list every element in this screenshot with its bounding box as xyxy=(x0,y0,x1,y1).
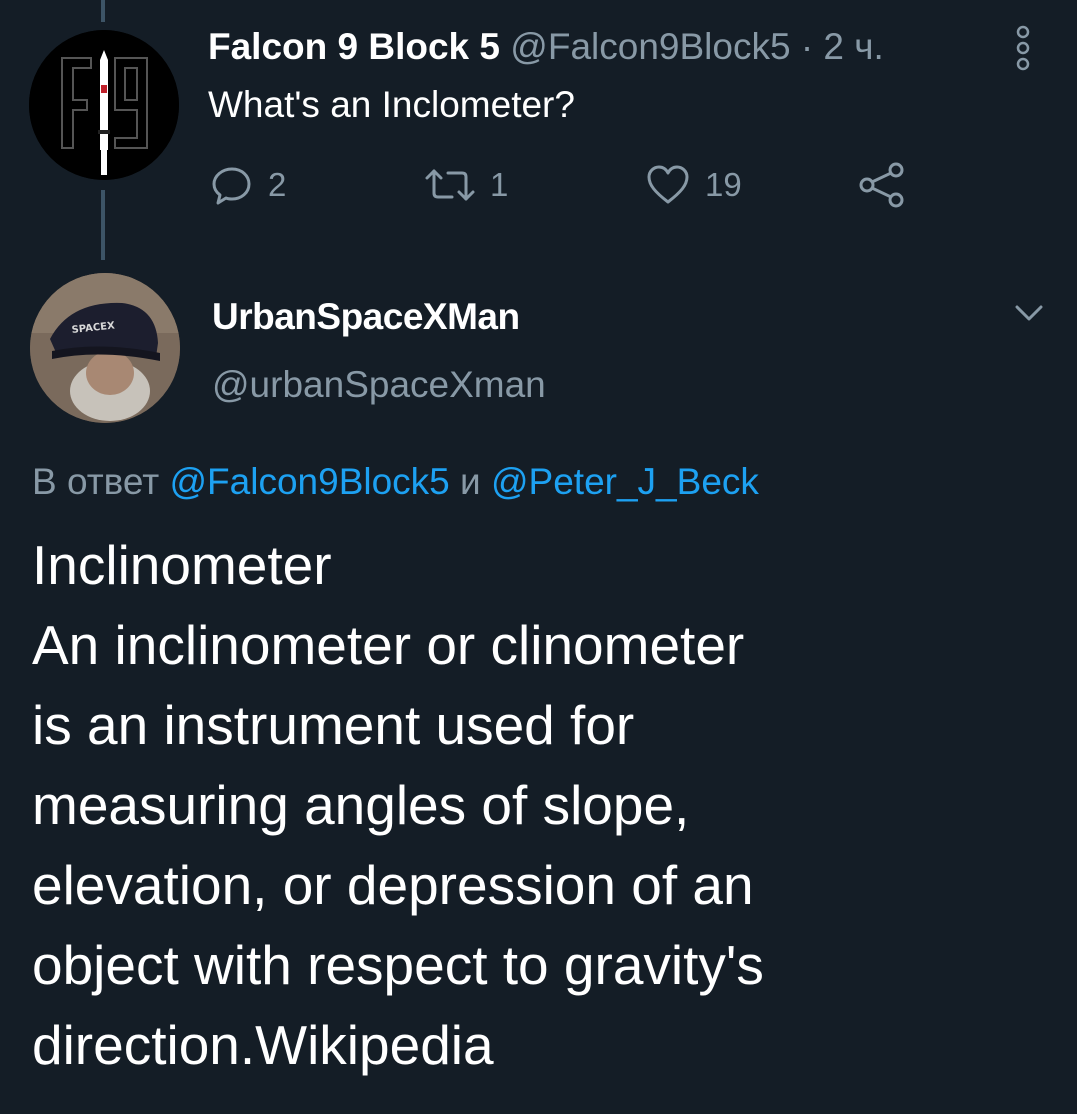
retweet-count: 1 xyxy=(490,166,509,203)
tweet2-text: Inclinometer An inclinometer or clinomet… xyxy=(32,525,1042,1085)
tweet1-separator: · xyxy=(800,26,814,67)
avatar-urbanspacexman[interactable]: SPACEX xyxy=(30,273,180,423)
tweet2-author-handle[interactable]: @urbanSpaceXman xyxy=(212,363,546,407)
like-count: 19 xyxy=(705,166,742,203)
more-icon[interactable] xyxy=(1012,24,1034,72)
avatar-falcon9[interactable] xyxy=(29,30,179,180)
reply-and: и xyxy=(460,461,481,502)
tweet2-line: is an instrument used for xyxy=(32,694,635,756)
like-button[interactable]: 19 xyxy=(645,160,742,210)
tweet2-line: Inclinometer xyxy=(32,534,332,596)
thread-line-bottom xyxy=(101,190,105,260)
reply-context: В ответ @Falcon9Block5 и @Peter_J_Beck xyxy=(32,460,759,504)
tweet1-author-name[interactable]: Falcon 9 Block 5 xyxy=(208,26,500,67)
tweet2-author-name[interactable]: UrbanSpaceXMan xyxy=(212,295,520,339)
reply-button[interactable]: 2 xyxy=(210,160,286,210)
reply-count: 2 xyxy=(268,166,287,203)
share-button[interactable] xyxy=(858,160,906,210)
tweet1-timestamp[interactable]: 2 ч. xyxy=(823,26,883,67)
retweet-icon xyxy=(425,169,475,201)
reply-icon xyxy=(212,167,251,205)
mention-link-falcon9block5[interactable]: @Falcon9Block5 xyxy=(170,461,450,502)
tweet2-line: direction.Wikipedia xyxy=(32,1014,494,1076)
tweet1-author-handle[interactable]: @Falcon9Block5 xyxy=(510,26,790,67)
tweet1-text: What's an Inclometer? xyxy=(208,84,575,125)
profile-photo-icon: SPACEX xyxy=(30,273,180,423)
falcon9-logo-icon xyxy=(29,30,179,180)
tweet2-line: object with respect to gravity's xyxy=(32,934,764,996)
tweet2-line: measuring angles of slope, xyxy=(32,774,690,836)
tweet2-line: elevation, or depression of an xyxy=(32,854,754,916)
tweet2-line: An inclinometer or clinometer xyxy=(32,614,745,676)
chevron-down-icon[interactable] xyxy=(1014,302,1044,324)
retweet-button[interactable]: 1 xyxy=(424,160,508,210)
like-icon xyxy=(647,165,689,204)
share-icon xyxy=(859,162,904,208)
mention-link-peter-j-beck[interactable]: @Peter_J_Beck xyxy=(491,461,759,502)
tweet1-header: Falcon 9 Block 5 @Falcon9Block5 · 2 ч. xyxy=(208,27,884,67)
thread-line-top xyxy=(101,0,105,22)
reply-prefix: В ответ xyxy=(32,461,160,502)
